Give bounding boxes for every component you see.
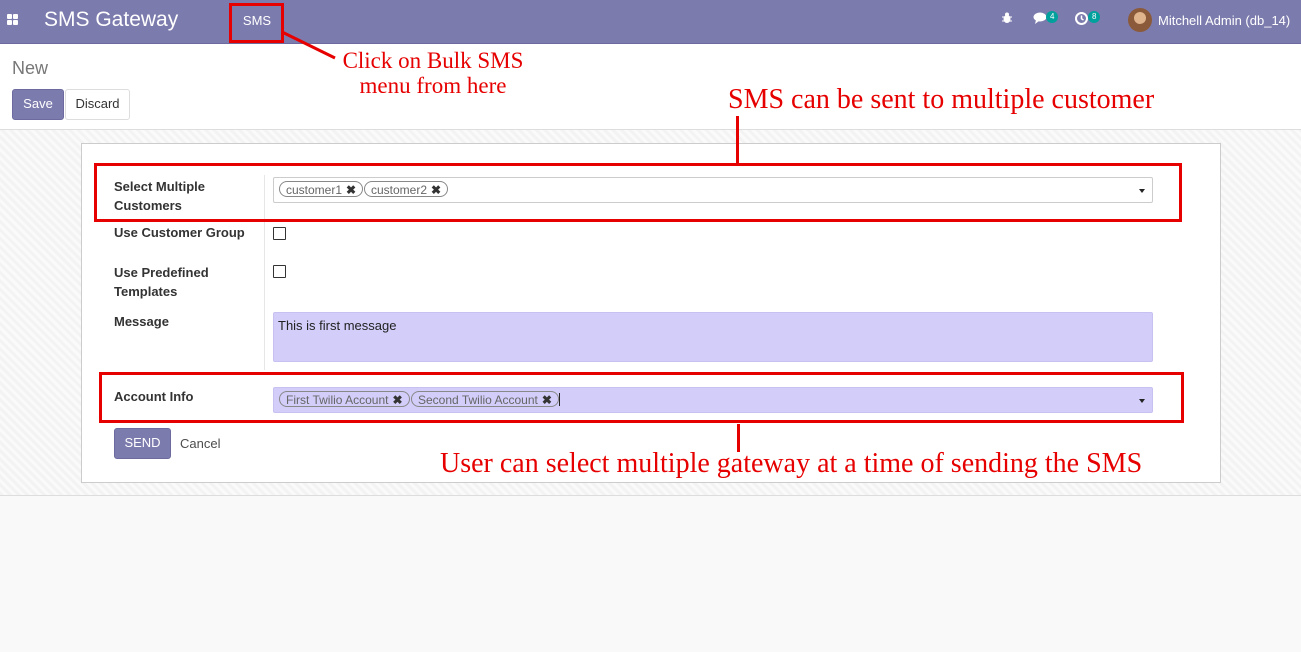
breadcrumb: New xyxy=(12,58,49,78)
send-button[interactable]: SEND xyxy=(114,428,171,459)
discard-button[interactable]: Discard xyxy=(65,89,130,120)
cancel-button[interactable]: Cancel xyxy=(180,436,220,451)
customer-group-label: Use Customer Group xyxy=(114,225,245,240)
annotation-menu-note-line1: Click on Bulk SMS xyxy=(342,48,524,73)
apps-grid-icon[interactable] xyxy=(7,14,19,26)
templates-label-line2: Templates xyxy=(114,284,178,299)
annotation-arrow-line xyxy=(281,30,336,60)
user-avatar[interactable] xyxy=(1128,8,1152,32)
top-navbar: SMS Gateway SMS 4 8 Mitchell Admin (db_1… xyxy=(0,0,1301,44)
user-menu[interactable]: Mitchell Admin (db_14) xyxy=(1158,13,1290,28)
annotation-connector-customers xyxy=(736,116,739,163)
annotation-menu-note: Click on Bulk SMS menu from here xyxy=(338,48,528,98)
bug-icon[interactable] xyxy=(1001,12,1013,27)
templates-checkbox[interactable] xyxy=(273,265,286,278)
app-title: SMS Gateway xyxy=(44,8,179,31)
message-label: Message xyxy=(114,314,169,329)
customer-group-checkbox[interactable] xyxy=(273,227,286,240)
annotation-menu-note-line2: menu from here xyxy=(359,73,507,98)
annotation-gateway-note: User can select multiple gateway at a ti… xyxy=(440,448,1143,479)
message-value: This is first message xyxy=(278,318,397,333)
message-textarea[interactable]: This is first message xyxy=(273,312,1153,362)
annotation-box-customers xyxy=(94,163,1182,222)
annotation-box-accounts xyxy=(99,372,1184,423)
annotation-customers-note: SMS can be sent to multiple customer xyxy=(728,84,1155,115)
messages-badge: 4 xyxy=(1046,11,1059,23)
messages-icon[interactable] xyxy=(1033,12,1047,27)
templates-label: Use Predefined Templates xyxy=(114,263,209,301)
activities-badge: 8 xyxy=(1088,11,1101,23)
save-button[interactable]: Save xyxy=(12,89,64,120)
activities-clock-icon[interactable] xyxy=(1075,12,1088,28)
annotation-box-sms-menu xyxy=(229,3,284,43)
templates-label-line1: Use Predefined xyxy=(114,265,209,280)
